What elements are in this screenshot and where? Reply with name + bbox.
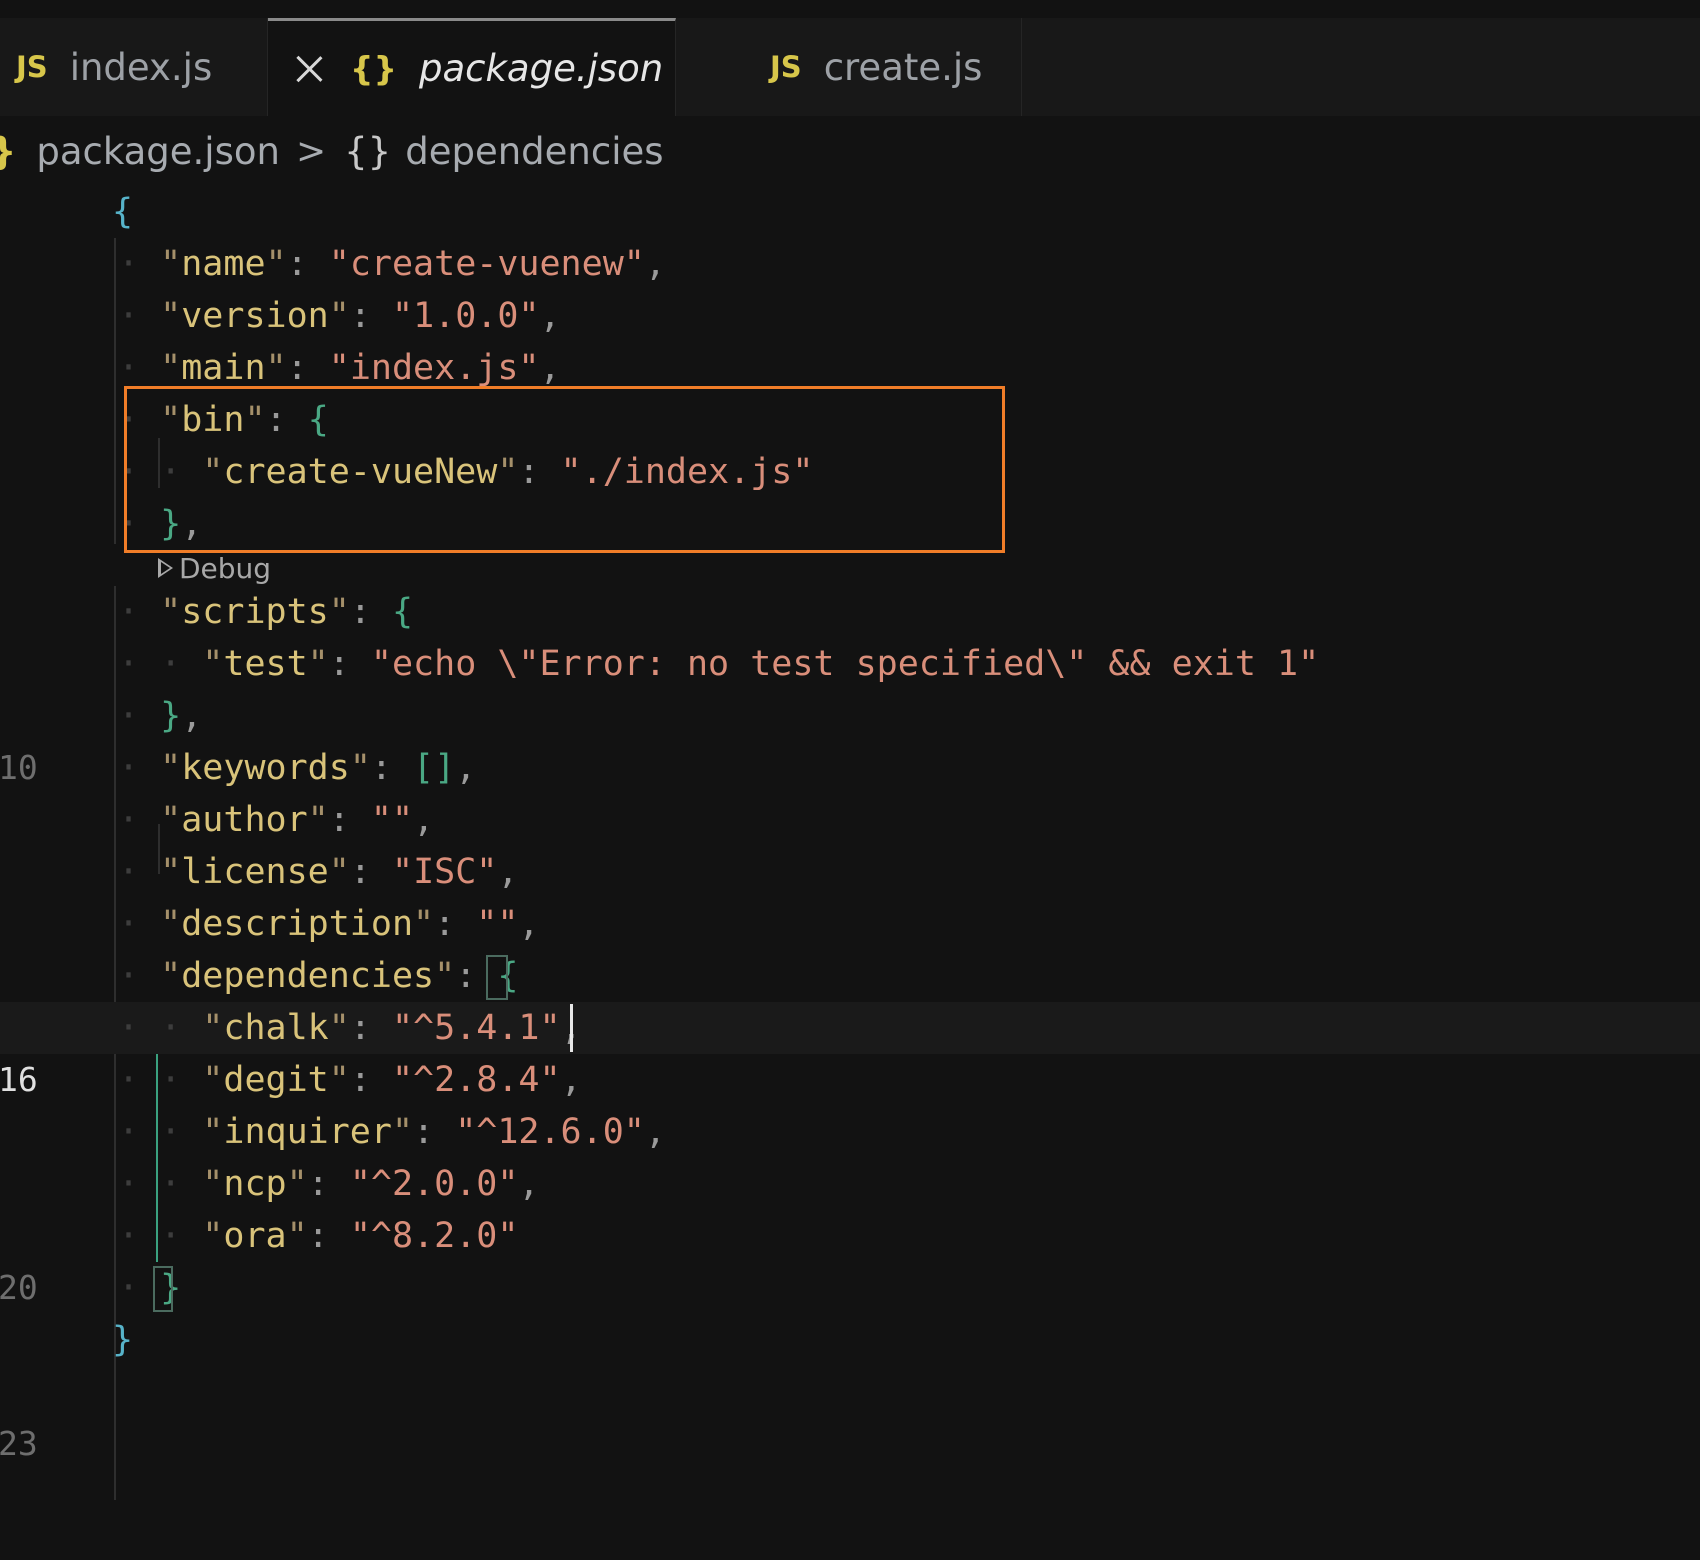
breadcrumb-file[interactable]: package.json — [36, 130, 280, 173]
text-cursor — [570, 1004, 573, 1052]
code-line: · · "degit": "^2.8.4", — [118, 1060, 582, 1100]
tab-bar: JS index.js {} package.json JS create.js — [0, 18, 1700, 116]
bracket-match-highlight — [153, 1266, 173, 1312]
breadcrumb: } package.json > {} dependencies — [0, 116, 1700, 186]
code-line: · · "test": "echo \"Error: no test speci… — [118, 644, 1320, 684]
title-bar-strip — [0, 0, 1700, 19]
code-line-current: 16 · · "chalk": "^5.4.1", — [0, 1002, 1700, 1099]
code-line: · "description": "", — [118, 904, 540, 944]
tab-label: create.js — [823, 45, 983, 89]
code-line: } — [112, 1320, 134, 1360]
code-line: · } — [118, 1268, 182, 1308]
play-icon — [158, 558, 173, 578]
tab-index-js[interactable]: JS index.js — [0, 18, 268, 116]
breadcrumb-symbol[interactable]: dependencies — [405, 130, 663, 173]
json-file-icon: } — [0, 130, 16, 173]
tab-label: package.json — [419, 47, 664, 90]
bracket-match-highlight — [486, 955, 508, 1000]
debug-codelens[interactable]: Debug — [158, 550, 271, 586]
code-line: · "license": "ISC", — [118, 852, 519, 892]
json-file-icon: {} — [350, 49, 397, 88]
js-file-icon: JS — [770, 50, 802, 84]
code-line: · "author": "", — [118, 800, 435, 840]
tab-package-json[interactable]: {} package.json — [268, 18, 676, 116]
tab-create-js[interactable]: JS create.js — [676, 18, 1022, 116]
line-number: 23 — [0, 1424, 38, 1463]
js-file-icon: JS — [16, 50, 48, 84]
code-line: · · "ncp": "^2.0.0", — [118, 1164, 540, 1204]
code-line: 23 — [0, 1366, 1700, 1463]
code-line: · · "inquirer": "^12.6.0", — [118, 1112, 666, 1152]
code-line: · "keywords": [], — [118, 748, 477, 788]
code-line: · "version": "1.0.0", — [118, 296, 561, 336]
code-line: · "scripts": { — [118, 592, 414, 632]
object-icon: {} — [344, 129, 392, 173]
codelens-label: Debug — [179, 551, 272, 585]
code-line: 20 · · "ora": "^8.2.0" — [0, 1210, 1700, 1307]
code-line: { — [112, 192, 134, 232]
tab-label: index.js — [69, 45, 213, 89]
bin-highlight-box — [124, 386, 1005, 553]
code-line: · "dependencies": { — [118, 956, 519, 996]
code-line: · "name": "create-vuenew", — [118, 244, 666, 284]
chevron-right-icon: > — [295, 130, 327, 172]
code-line: 10 · }, — [0, 690, 1700, 787]
close-icon[interactable] — [294, 54, 324, 84]
